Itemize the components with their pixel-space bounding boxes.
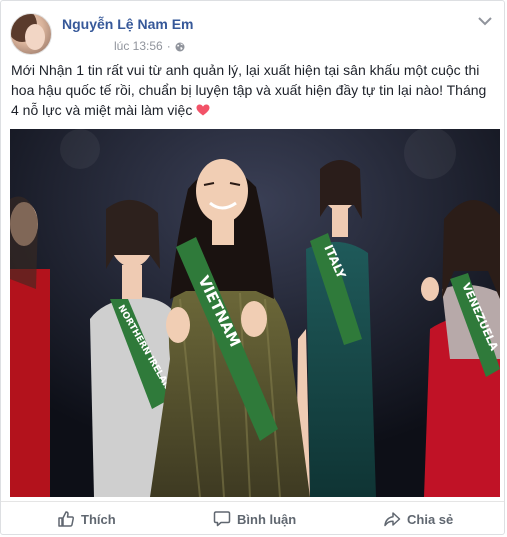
like-label: Thích bbox=[81, 511, 116, 527]
share-label: Chia sẻ bbox=[407, 511, 454, 527]
avatar[interactable] bbox=[10, 13, 52, 55]
post-card: Nguyễn Lệ Nam Em lúc 13:56 · Mới Nhận 1 … bbox=[0, 0, 505, 535]
post-photo[interactable]: NORTHERN IRELAND ITALY VENEZUELA VIETNAM bbox=[10, 129, 500, 497]
post-message-text: Mới Nhận 1 tin rất vui từ anh quản lý, l… bbox=[11, 62, 487, 118]
heart-icon bbox=[196, 101, 210, 116]
thumbs-up-icon bbox=[57, 510, 75, 528]
author-name[interactable]: Nguyễn Lệ Nam Em bbox=[62, 16, 193, 32]
globe-icon[interactable] bbox=[175, 41, 185, 52]
post-meta: lúc 13:56 · bbox=[114, 39, 185, 53]
comment-label: Bình luận bbox=[237, 511, 297, 527]
chevron-down-icon[interactable] bbox=[478, 13, 492, 26]
meta-separator: · bbox=[166, 39, 171, 53]
share-button[interactable]: Chia sẻ bbox=[383, 509, 453, 529]
timestamp[interactable]: lúc 13:56 bbox=[114, 39, 163, 53]
post-actions: Thích Bình luận Chia sẻ bbox=[1, 501, 504, 536]
comment-button[interactable]: Bình luận bbox=[213, 509, 296, 529]
share-icon bbox=[383, 510, 401, 528]
comment-icon bbox=[213, 510, 231, 528]
post-message: Mới Nhận 1 tin rất vui từ anh quản lý, l… bbox=[11, 60, 495, 120]
like-button[interactable]: Thích bbox=[57, 509, 116, 529]
post-header: Nguyễn Lệ Nam Em lúc 13:56 · bbox=[10, 11, 496, 57]
